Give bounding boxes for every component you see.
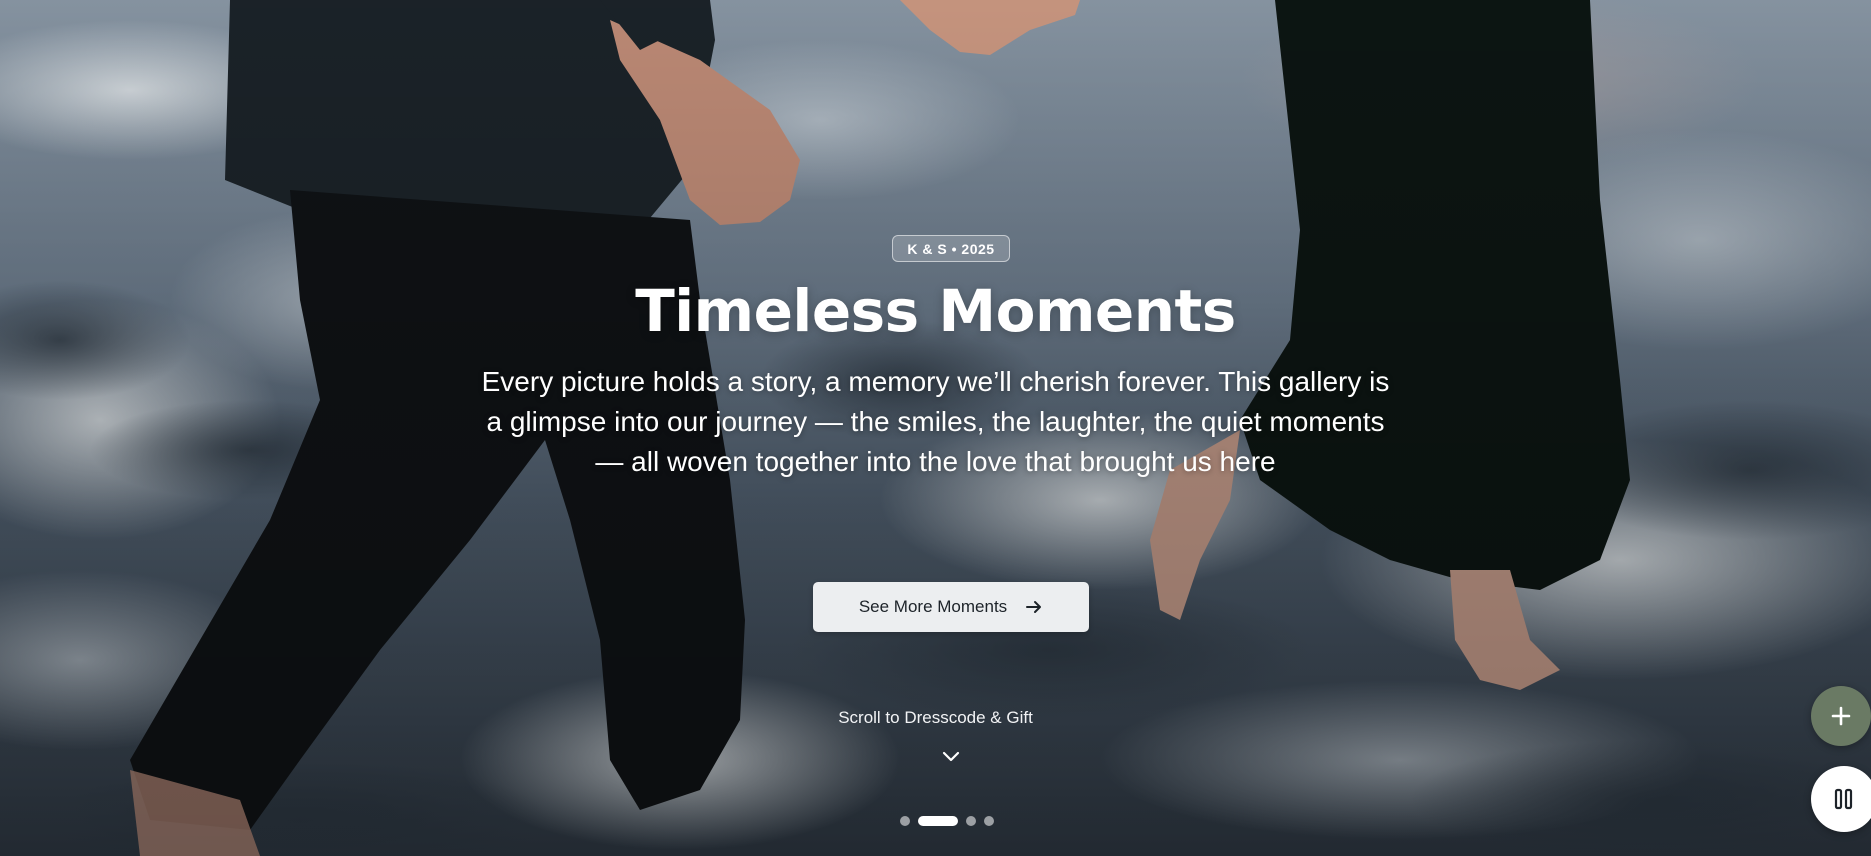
hero-content: K & S • 2025 Timeless Moments Every pict… — [0, 0, 1871, 856]
carousel-dot-2-active[interactable] — [918, 816, 958, 826]
hero-subtitle: Every picture holds a story, a memory we… — [481, 366, 1390, 477]
scroll-hint-text[interactable]: Scroll to Dresscode & Gift — [0, 706, 1871, 730]
pause-icon — [1833, 788, 1855, 810]
see-more-moments-label: See More Moments — [858, 597, 1008, 616]
music-pause-button[interactable] — [1811, 766, 1871, 832]
couple-initials-badge: K & S • 2025 — [892, 235, 1010, 262]
arrow-right-icon — [1025, 598, 1043, 616]
carousel-pagination — [900, 815, 994, 827]
add-floating-button[interactable] — [1811, 686, 1871, 746]
page-title: Timeless Moments — [635, 277, 1236, 345]
carousel-dot-1[interactable] — [900, 816, 910, 826]
plus-icon — [1829, 704, 1853, 728]
carousel-dot-4[interactable] — [984, 816, 994, 826]
carousel-dot-3[interactable] — [966, 816, 976, 826]
see-more-moments-button[interactable]: See More Moments — [813, 582, 1089, 632]
hero-section: K & S • 2025 Timeless Moments Every pict… — [0, 0, 1871, 856]
chevron-down-icon[interactable] — [940, 745, 962, 767]
